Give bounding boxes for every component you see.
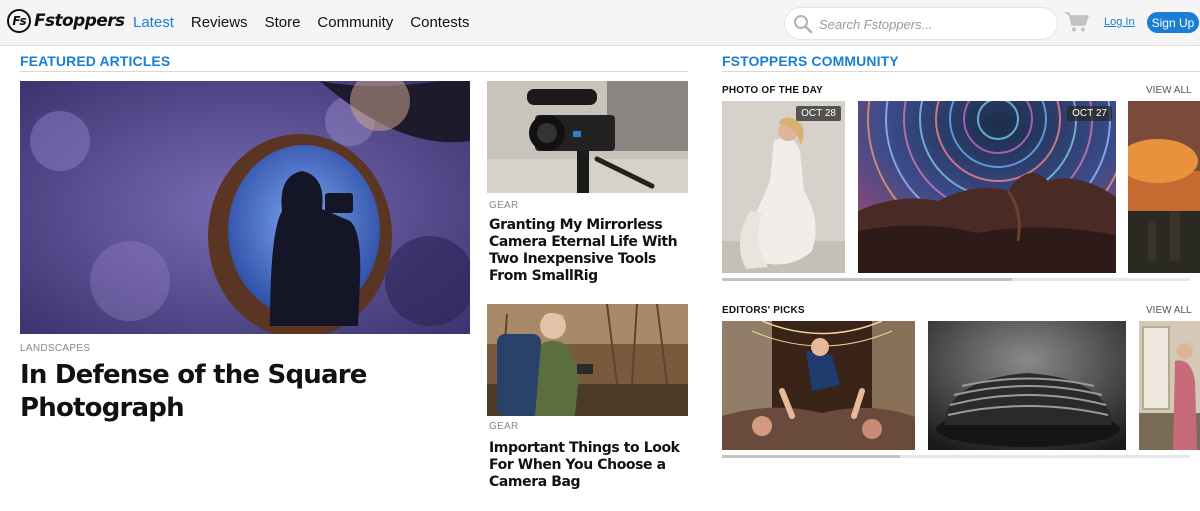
side-article-2-category[interactable]: GEAR	[489, 421, 519, 432]
side-article-1-category[interactable]: GEAR	[489, 200, 519, 211]
featured-main-image[interactable]	[20, 81, 470, 334]
photo-of-the-day-heading: PHOTO OF THE DAY	[722, 85, 823, 96]
editors-picks-heading: EDITORS' PICKS	[722, 305, 805, 316]
search-input[interactable]	[819, 15, 1049, 33]
photo-of-the-day-view-all[interactable]: VIEW ALL	[1146, 85, 1192, 96]
featured-articles-heading: FEATURED ARTICLES	[20, 53, 171, 69]
editors-pick-3[interactable]	[1139, 321, 1200, 450]
side-article-2-headline[interactable]: Important Things to Look For When You Ch…	[489, 440, 689, 491]
nav-community[interactable]: Community	[317, 14, 393, 31]
editors-pick-1[interactable]	[722, 321, 915, 450]
photo-date-badge: OCT 27	[1067, 106, 1112, 121]
featured-divider	[20, 71, 688, 72]
side-article-1-image[interactable]	[487, 81, 688, 193]
side-article-2-image[interactable]	[487, 304, 688, 416]
search-icon[interactable]	[793, 14, 813, 34]
nav-contests[interactable]: Contests	[410, 14, 469, 31]
signup-button[interactable]: Sign Up	[1147, 12, 1199, 33]
photo-of-the-day-3[interactable]	[1128, 101, 1200, 273]
nav-store[interactable]: Store	[265, 14, 301, 31]
nav-reviews[interactable]: Reviews	[191, 14, 248, 31]
logo-badge: Fs	[7, 9, 31, 33]
login-link[interactable]: Log In	[1104, 16, 1135, 28]
community-heading: FSTOPPERS COMMUNITY	[722, 53, 899, 69]
photo-of-the-day-1[interactable]: OCT 28	[722, 101, 845, 273]
editors-pick-2[interactable]	[928, 321, 1126, 450]
search-box	[784, 7, 1058, 40]
community-divider	[722, 71, 1200, 72]
nav-latest[interactable]: Latest	[133, 14, 174, 31]
main-nav: Latest Reviews Store Community Contests	[133, 14, 469, 31]
featured-main-category[interactable]: LANDSCAPES	[20, 343, 90, 354]
editors-picks-scroll-thumb[interactable]	[722, 455, 900, 458]
cart-icon[interactable]	[1064, 11, 1090, 33]
photo-of-the-day-2[interactable]: OCT 27	[858, 101, 1116, 273]
fstoppers-logo[interactable]: Fs Fstoppers	[7, 9, 125, 33]
logo-text: Fstoppers	[34, 11, 125, 31]
site-header: Fs Fstoppers Latest Reviews Store Commun…	[0, 0, 1200, 46]
editors-picks-view-all[interactable]: VIEW ALL	[1146, 305, 1192, 316]
side-article-1-headline[interactable]: Granting My Mirrorless Camera Eternal Li…	[489, 217, 689, 285]
photo-of-the-day-scroll-thumb[interactable]	[722, 278, 1012, 281]
featured-main-headline[interactable]: In Defense of the Square Photograph	[20, 359, 460, 425]
photo-date-badge: OCT 28	[796, 106, 841, 121]
